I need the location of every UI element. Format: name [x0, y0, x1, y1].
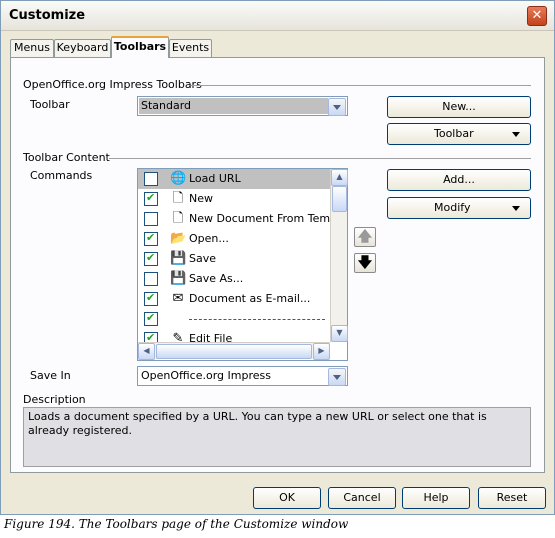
command-label: New Document From Template: [189, 212, 348, 225]
folder-icon: 📂: [170, 231, 187, 246]
email-icon: ✉: [172, 291, 184, 306]
command-checkbox[interactable]: [144, 272, 158, 286]
scroll-down-icon[interactable]: ▼: [331, 325, 348, 342]
save-in-label: Save In: [30, 369, 71, 382]
figure-caption: Figure 194. The Toolbars page of the Cus…: [4, 517, 349, 531]
tab-menus[interactable]: Menus: [10, 39, 54, 57]
command-label: Save: [189, 252, 217, 265]
chevron-down-icon[interactable]: [328, 98, 346, 116]
toolbar-label: Toolbar: [30, 98, 70, 111]
list-item[interactable]: [138, 309, 331, 329]
tab-events[interactable]: Events: [169, 39, 212, 57]
toolbars-group-header: OpenOffice.org Impress Toolbars: [23, 78, 202, 91]
add-command-button[interactable]: Add...: [387, 169, 531, 191]
command-label: New: [189, 192, 213, 205]
help-button[interactable]: Help: [402, 487, 470, 509]
scroll-left-icon[interactable]: ◀: [138, 343, 155, 360]
vertical-scrollbar[interactable]: ▲ ▼: [330, 169, 348, 342]
window-title: Customize: [9, 8, 86, 23]
document-icon: 🗋: [172, 191, 184, 206]
floppy-icon: 💾: [170, 251, 187, 266]
command-checkbox[interactable]: [144, 311, 158, 326]
list-item[interactable]: 🗋 New: [138, 189, 331, 209]
command-label: Load URL: [189, 172, 241, 185]
ok-button[interactable]: OK: [253, 487, 321, 509]
toolbar-menu-label: Toolbar: [434, 127, 474, 140]
save-in-select[interactable]: OpenOffice.org Impress: [137, 366, 348, 386]
dropdown-arrow-icon: [512, 206, 520, 211]
toolbar-select[interactable]: Standard: [137, 96, 348, 116]
toolbar-select-value: Standard: [141, 99, 192, 112]
list-item[interactable]: ✉ Document as E-mail...: [138, 289, 331, 309]
customize-dialog: Customize ✕ Menus Keyboard Toolbars Even…: [0, 0, 555, 515]
command-label: Open...: [189, 232, 229, 245]
modify-label: Modify: [434, 201, 471, 214]
title-bar[interactable]: Customize ✕: [1, 1, 554, 31]
content-group-header: Toolbar Content: [23, 151, 110, 164]
reset-button[interactable]: Reset: [478, 487, 546, 509]
command-checkbox[interactable]: [144, 251, 158, 266]
scroll-right-icon[interactable]: ▶: [313, 343, 330, 360]
command-checkbox[interactable]: [144, 212, 158, 226]
save-in-value: OpenOffice.org Impress: [141, 369, 271, 382]
separator-line: [189, 319, 325, 320]
commands-label: Commands: [30, 169, 93, 182]
description-text: Loads a document specified by a URL. You…: [23, 407, 531, 467]
command-checkbox[interactable]: [144, 172, 158, 186]
new-toolbar-button[interactable]: New...: [387, 96, 531, 118]
list-item[interactable]: 🌐 Load URL: [138, 169, 331, 189]
horizontal-scrollbar[interactable]: ◀ ▶: [138, 342, 330, 360]
command-checkbox[interactable]: [144, 231, 158, 246]
close-button[interactable]: ✕: [527, 6, 547, 26]
cancel-button[interactable]: Cancel: [328, 487, 396, 509]
list-item[interactable]: 📂Open...: [138, 229, 331, 249]
toolbar-menu-button[interactable]: Toolbar: [387, 123, 531, 145]
list-item[interactable]: 💾Save: [138, 249, 331, 269]
group-divider: [191, 85, 531, 86]
document-icon: 🗋: [172, 211, 184, 226]
command-checkbox[interactable]: [144, 191, 158, 206]
chevron-down-icon[interactable]: [328, 368, 346, 386]
description-label: Description: [23, 393, 86, 406]
commands-list[interactable]: 🌐Load URL 🗋 New 🗋 New Document From Template…: [137, 168, 348, 361]
group-divider: [109, 158, 531, 159]
move-down-button[interactable]: 🡇: [354, 253, 376, 273]
list-item[interactable]: 💾 Save As...: [138, 269, 331, 289]
command-label: Save As...: [189, 272, 244, 285]
dropdown-arrow-icon: [512, 132, 520, 137]
command-checkbox[interactable]: [144, 291, 158, 306]
scroll-up-icon[interactable]: ▲: [331, 169, 348, 186]
tab-toolbars[interactable]: Toolbars: [111, 36, 169, 58]
list-item[interactable]: 🗋 New Document From Template: [138, 209, 347, 229]
scroll-thumb[interactable]: [332, 186, 347, 212]
scroll-thumb[interactable]: [156, 344, 312, 359]
tab-keyboard[interactable]: Keyboard: [54, 39, 111, 57]
globe-icon: 🌐: [170, 171, 187, 186]
modify-button[interactable]: Modify: [387, 197, 531, 219]
command-label: Document as E-mail...: [189, 292, 311, 305]
move-up-button[interactable]: 🡅: [354, 227, 376, 247]
floppy-icon: 💾: [170, 271, 187, 286]
